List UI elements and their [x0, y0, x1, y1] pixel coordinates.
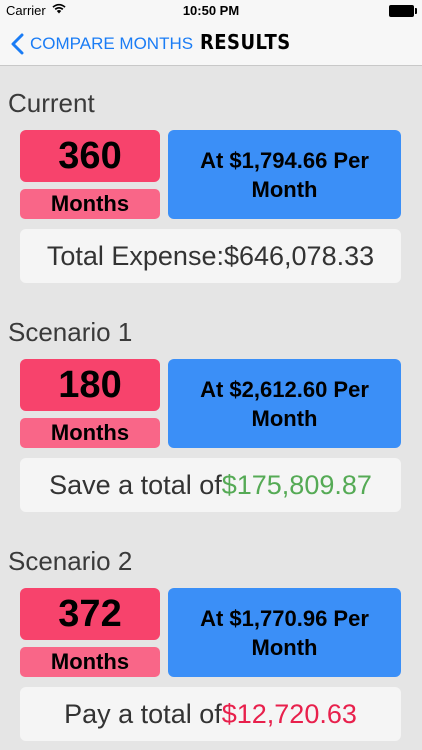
months-label: Months [20, 189, 160, 219]
total-summary: Pay a total of $12,720.63 [20, 687, 401, 741]
months-value: 360 [20, 130, 160, 182]
section-title: Current [8, 88, 95, 118]
status-bar: Carrier 10:50 PM [0, 0, 422, 22]
clock: 10:50 PM [182, 3, 240, 18]
total-prefix: Total Expense: [46, 240, 224, 271]
total-prefix: Pay a total of [64, 698, 222, 729]
page-title: RESULTS [200, 30, 291, 54]
monthly-payment: At $1,770.96 Per Month [168, 588, 401, 677]
back-button-label: COMPARE MONTHS [30, 34, 194, 53]
section-title: Scenario 1 [8, 317, 133, 347]
monthly-payment: At $2,612.60 Per Month [168, 359, 401, 448]
extra-cost-value: $12,720.63 [221, 698, 357, 729]
months-value: 372 [20, 588, 160, 640]
total-summary: Save a total of $175,809.87 [20, 458, 401, 512]
total-summary: Total Expense: $646,078.33 [20, 229, 401, 283]
months-label: Months [20, 647, 160, 677]
navigation-bar: COMPARE MONTHS RESULTS [0, 22, 422, 66]
months-value: 180 [20, 359, 160, 411]
total-value: $646,078.33 [223, 240, 375, 271]
battery-icon [389, 5, 417, 17]
chevron-left-icon [11, 33, 24, 55]
months-label: Months [20, 418, 160, 448]
monthly-payment: At $1,794.66 Per Month [168, 130, 401, 219]
savings-value: $175,809.87 [221, 469, 372, 500]
back-button[interactable]: COMPARE MONTHS [10, 32, 193, 56]
section-title: Scenario 2 [8, 546, 133, 576]
total-suffix: extra [0, 746, 422, 750]
total-prefix: Save a total of [49, 469, 222, 500]
